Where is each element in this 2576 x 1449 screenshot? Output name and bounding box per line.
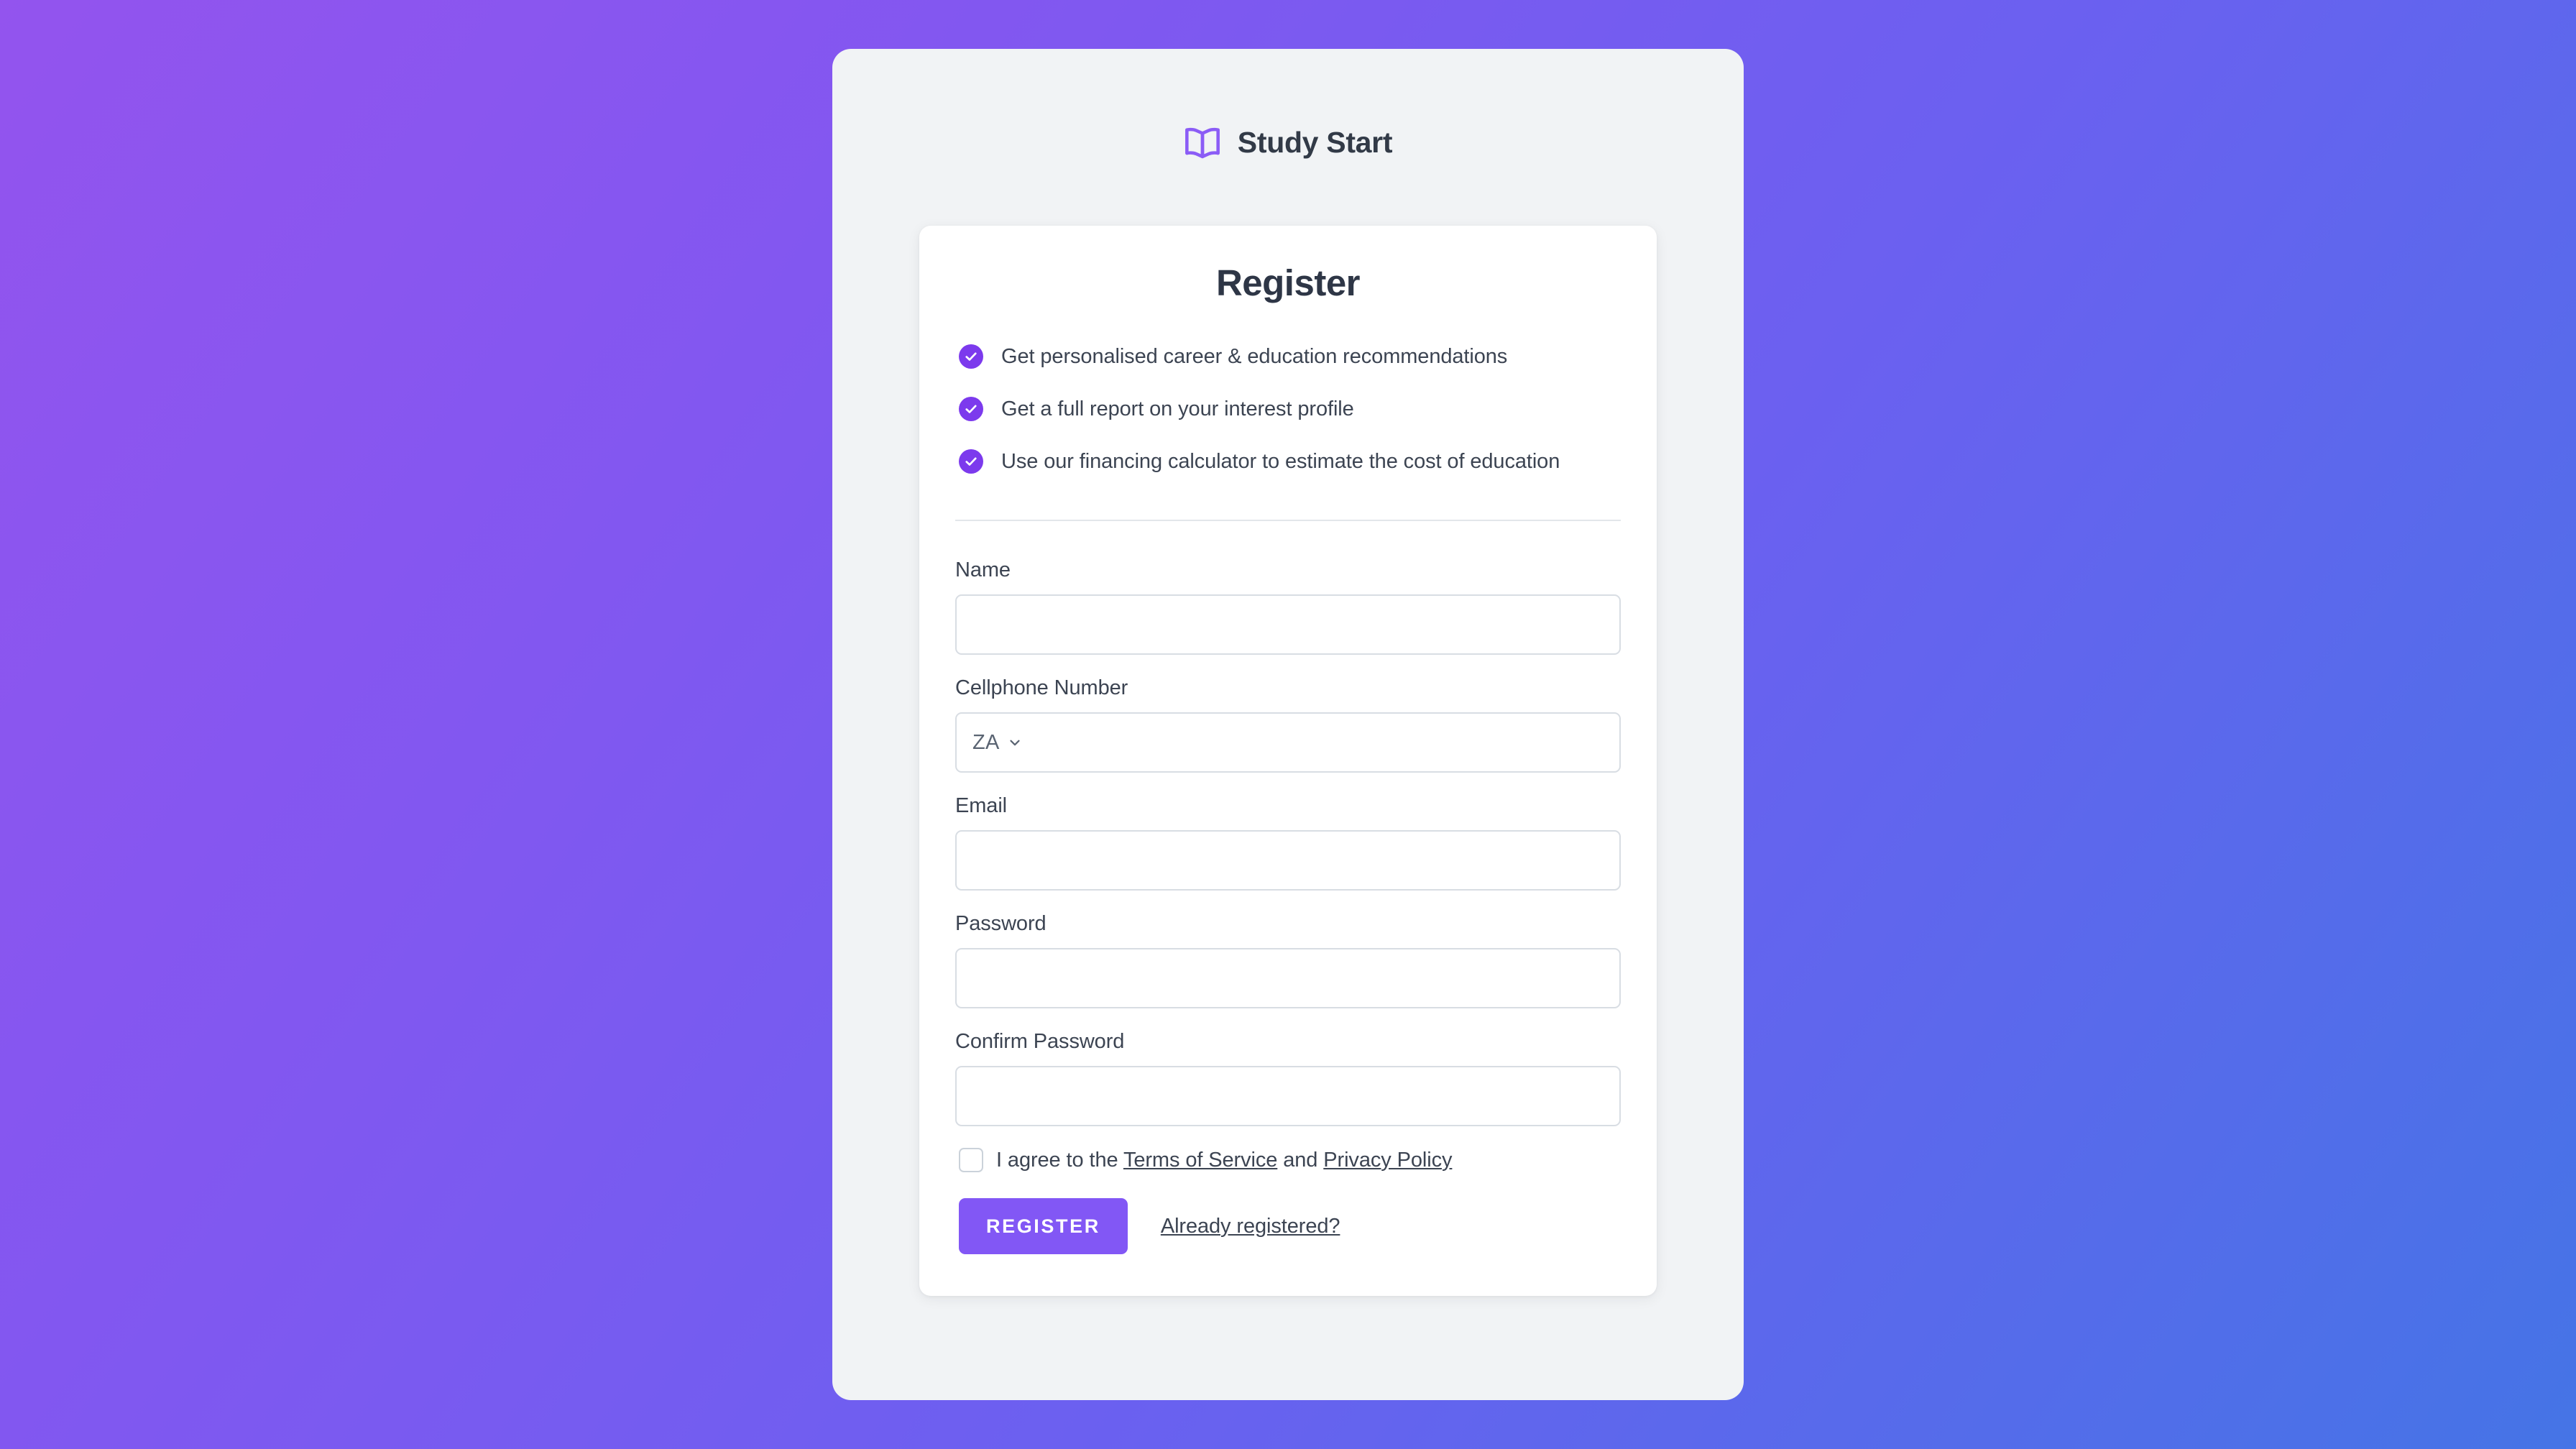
field-cellphone: Cellphone Number ZA (955, 676, 1621, 773)
already-registered-link[interactable]: Already registered? (1161, 1215, 1340, 1238)
brand-name: Study Start (1237, 125, 1393, 159)
check-circle-icon (959, 397, 983, 421)
privacy-policy-link[interactable]: Privacy Policy (1323, 1149, 1452, 1172)
name-input[interactable] (955, 594, 1621, 655)
password-label: Password (955, 912, 1046, 935)
section-divider (955, 520, 1621, 521)
open-book-icon (1184, 124, 1221, 161)
benefit-text: Get personalised career & education reco… (1001, 344, 1508, 368)
field-email: Email (955, 794, 1621, 891)
check-circle-icon (959, 449, 983, 474)
terms-prefix: I agree to the (996, 1148, 1123, 1172)
confirm-password-label: Confirm Password (955, 1030, 1125, 1053)
cellphone-number-input[interactable] (1022, 714, 1604, 771)
country-code-select[interactable]: ZA (972, 731, 1023, 755)
list-item: Use our financing calculator to estimate… (959, 449, 1621, 474)
name-label: Name (955, 558, 1011, 581)
check-circle-icon (959, 344, 983, 369)
list-item: Get a full report on your interest profi… (959, 397, 1621, 421)
benefits-list: Get personalised career & education reco… (955, 344, 1621, 474)
page-title: Register (1215, 262, 1361, 303)
chevron-down-icon (1007, 735, 1023, 750)
terms-checkbox[interactable] (959, 1148, 983, 1172)
terms-of-service-link[interactable]: Terms of Service (1123, 1149, 1277, 1172)
cellphone-label: Cellphone Number (955, 676, 1128, 699)
list-item: Get personalised career & education reco… (959, 344, 1621, 369)
email-label: Email (955, 794, 1008, 817)
benefit-text: Get a full report on your interest profi… (1001, 397, 1354, 420)
form-actions: REGISTER Already registered? (955, 1198, 1621, 1254)
register-button[interactable]: REGISTER (959, 1198, 1128, 1254)
register-card: Register Get personalised career & educa… (919, 226, 1657, 1296)
terms-conjunction: and (1277, 1148, 1324, 1172)
field-password: Password (955, 912, 1621, 1008)
benefit-text: Use our financing calculator to estimate… (1001, 449, 1560, 473)
brand-logo: Study Start (1184, 124, 1393, 161)
email-input[interactable] (955, 830, 1621, 891)
field-name: Name (955, 558, 1621, 655)
terms-agreement-row: I agree to the Terms of Service and Priv… (955, 1148, 1621, 1172)
country-code-value: ZA (972, 730, 1000, 754)
field-confirm-password: Confirm Password (955, 1030, 1621, 1126)
password-input[interactable] (955, 948, 1621, 1008)
confirm-password-input[interactable] (955, 1066, 1621, 1126)
registration-panel: Study Start Register Get personalised ca… (832, 49, 1744, 1400)
terms-text: I agree to the Terms of Service and Priv… (996, 1149, 1452, 1172)
cellphone-input-group: ZA (955, 712, 1621, 773)
